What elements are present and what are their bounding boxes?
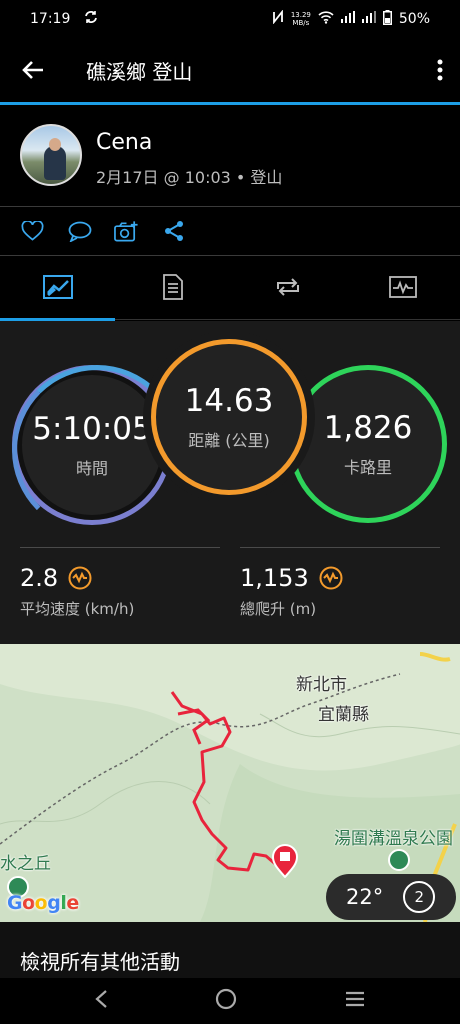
like-button[interactable] [20, 219, 45, 244]
temperature: 22° [346, 885, 384, 909]
arrow-left-icon [22, 61, 43, 79]
more-vertical-icon [437, 59, 443, 81]
calories-ring: 1,826 卡路里 [289, 365, 447, 523]
weather-widget[interactable]: 22° 2 [326, 874, 456, 920]
performance-icon[interactable] [319, 566, 343, 590]
document-icon [162, 274, 183, 300]
battery-icon [382, 9, 392, 29]
chart-overview-icon [42, 275, 73, 299]
nav-recents-button[interactable] [344, 990, 366, 1012]
view-all-activities-link[interactable]: 檢視所有其他活動 [20, 946, 180, 975]
avatar[interactable] [20, 124, 82, 186]
heart-icon [21, 221, 44, 241]
page-title: 礁溪鄉 登山 [86, 59, 193, 84]
camera-plus-icon [114, 221, 138, 242]
performance-icon[interactable] [68, 566, 92, 590]
avg-speed-value: 2.8 [20, 564, 59, 592]
wind-compass-icon: 2 [403, 881, 436, 913]
tab-overview[interactable] [0, 256, 115, 318]
comment-icon [68, 221, 91, 242]
footer: 檢視所有其他活動 [0, 922, 460, 978]
time-label: 時間 [75, 459, 108, 478]
avatar-figure [44, 146, 66, 180]
avg-speed-metric: 2.8 平均速度 (km/h) [20, 547, 220, 619]
activity-header: Cena 2月17日 @ 10:03 • 登山 [0, 105, 460, 207]
avatar-head [49, 138, 61, 151]
tab-laps[interactable] [230, 256, 345, 318]
recents-icon [346, 991, 365, 1007]
distance-ring: 14.63 距離 (公里) [151, 339, 307, 495]
app-bar: 礁溪鄉 登山 [0, 38, 460, 102]
back-button[interactable] [0, 38, 66, 102]
network-speed: 13.29 MB/s [291, 11, 311, 27]
metric-divider [20, 547, 220, 548]
google-logo: Google [7, 892, 79, 914]
activity-meta: 2月17日 @ 10:03 • 登山 [96, 168, 283, 187]
compass-number: 2 [414, 888, 424, 906]
map-label-hotspring: 湯圍溝溫泉公園 [334, 829, 453, 849]
nfc-icon [272, 9, 284, 28]
ascent-label: 總爬升 (m) [240, 600, 317, 618]
finish-marker [271, 844, 299, 878]
home-circle-icon [215, 988, 237, 1010]
battery-percent: 50% [398, 11, 430, 27]
status-time: 17:19 [30, 11, 71, 27]
wifi-icon [318, 10, 334, 28]
calories-value: 1,826 [323, 410, 413, 446]
share-icon [164, 221, 183, 241]
comment-button[interactable] [67, 219, 92, 244]
tab-charts[interactable] [345, 256, 460, 318]
time-ring: 5:10:05 時間 [12, 365, 182, 535]
time-value: 5:10:05 [32, 411, 152, 447]
action-row [0, 207, 460, 255]
avg-speed-label: 平均速度 (km/h) [20, 600, 135, 618]
calories-label: 卡路里 [343, 458, 392, 477]
signal-icon [340, 11, 355, 27]
distance-label: 距離 (公里) [188, 431, 270, 450]
activity-tabs [0, 256, 460, 318]
map-label-city: 新北市 [296, 675, 347, 695]
chevron-left-icon [95, 990, 107, 1008]
metric-divider [240, 547, 440, 548]
nav-home-button[interactable] [215, 988, 237, 1014]
ascent-value: 1,153 [240, 564, 309, 592]
add-photo-button[interactable] [114, 219, 139, 244]
finish-flag-pin-icon[interactable] [271, 844, 299, 878]
share-button[interactable] [161, 219, 186, 244]
sync-icon [84, 10, 98, 28]
map-label-hill: 水之丘 [0, 854, 51, 874]
status-bar: 17:19 13.29 MB/s 50% [0, 0, 460, 38]
signal-icon-2 [361, 11, 376, 27]
system-nav-bar [0, 978, 460, 1024]
ascent-metric: 1,153 總爬升 (m) [240, 547, 440, 619]
distance-value: 14.63 [184, 383, 274, 419]
nav-back-button[interactable] [94, 989, 108, 1013]
stats-panel: 5:10:05 時間 1,826 卡路里 14.63 距離 (公里) 2.8 平… [0, 321, 460, 644]
map-label-county: 宜蘭縣 [318, 705, 369, 725]
repeat-icon [276, 278, 299, 296]
activity-chart-icon [388, 276, 417, 298]
network-speed-value: 13.29 [290, 11, 311, 19]
network-speed-unit: MB/s [292, 19, 310, 27]
user-name[interactable]: Cena [96, 130, 152, 155]
overflow-menu-button[interactable] [420, 38, 460, 102]
park-pin-icon[interactable] [388, 849, 410, 871]
route-map[interactable]: 新北市 宜蘭縣 湯圍溝溫泉公園 水之丘 Google 22° 2 [0, 644, 460, 922]
tab-details[interactable] [115, 256, 230, 318]
